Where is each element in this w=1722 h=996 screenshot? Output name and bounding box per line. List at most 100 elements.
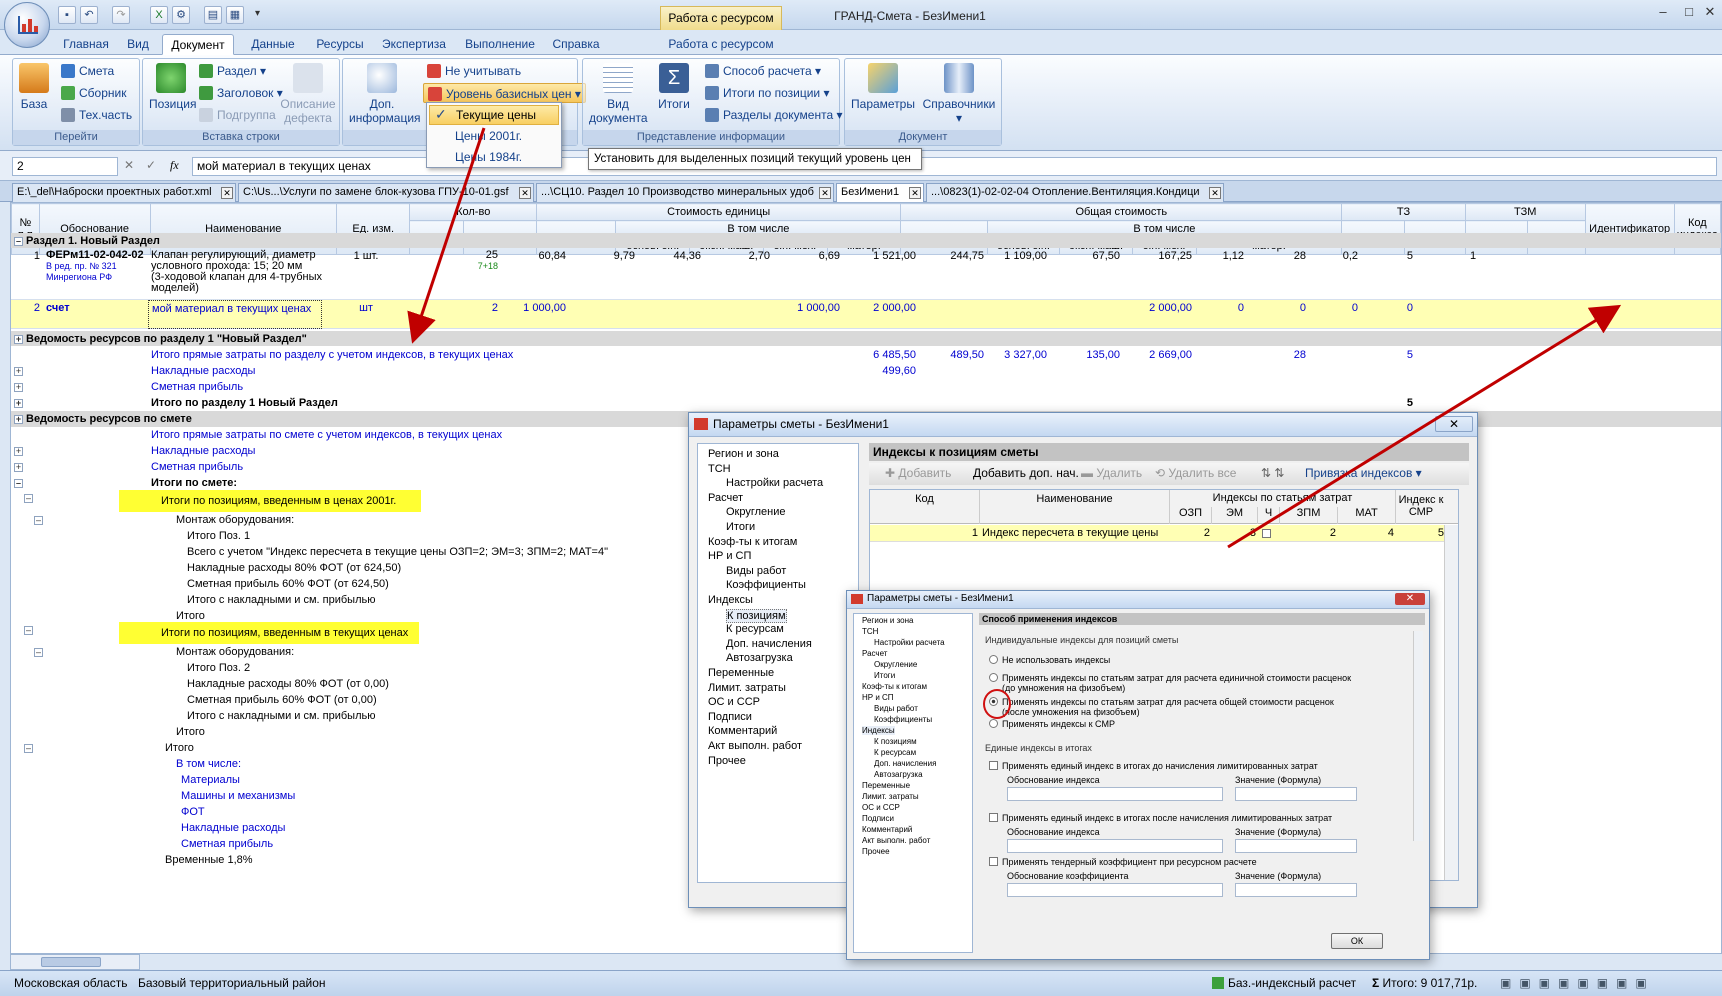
tree-item[interactable]: Индексы — [708, 594, 753, 606]
tree-item[interactable]: ОС и ССР — [708, 696, 760, 708]
menu-item-1984[interactable]: Цены 1984г. — [429, 148, 559, 168]
expand-icon[interactable]: + — [14, 335, 23, 344]
cell-reference-input[interactable]: 2 — [12, 157, 118, 176]
cancel-icon[interactable]: ✕ — [124, 158, 134, 172]
tree-item[interactable]: Виды работ — [874, 704, 918, 713]
znach-input-1[interactable] — [1235, 787, 1357, 801]
close-tab-icon[interactable]: ✕ — [221, 187, 233, 199]
doc-tab-1[interactable]: E:\_del\Наброски проектных работ.xml ✕ — [12, 183, 236, 202]
scroll-thumb[interactable] — [41, 957, 101, 967]
tree-item[interactable]: ТСН — [708, 463, 731, 475]
checkbox-before-limit[interactable]: Применять единый индекс в итогах до начи… — [989, 761, 1318, 771]
settings-icon[interactable]: ⚙ — [172, 6, 190, 24]
dialog-close-icon[interactable]: ✕ — [1435, 416, 1473, 432]
tree-item[interactable]: Регион и зона — [708, 448, 779, 460]
formula-input[interactable]: мой материал в текущих ценах — [192, 157, 1717, 176]
tab-help[interactable]: Справка — [546, 34, 606, 55]
section-row[interactable]: + Ведомость ресурсов по разделу 1 "Новый … — [11, 331, 1721, 346]
checkbox-tender[interactable]: Применять тендерный коэффициент при ресу… — [989, 857, 1257, 867]
tab-glavnaya[interactable]: Главная — [58, 34, 114, 55]
collapse-icon[interactable]: – — [14, 237, 23, 246]
podgruppa-button[interactable]: Подгруппа — [199, 105, 276, 125]
excel-icon[interactable]: X — [150, 6, 168, 24]
total-row[interactable]: Итого прямые затраты по разделу с учетом… — [11, 347, 1721, 363]
zagolovok-button[interactable]: Заголовок ▾ — [199, 83, 283, 103]
collapse-icon[interactable]: – — [14, 479, 23, 488]
tree-item[interactable]: Комментарий — [708, 725, 777, 737]
collapse-icon[interactable]: – — [34, 516, 43, 525]
znach-input-3[interactable] — [1235, 883, 1357, 897]
tree-item[interactable]: Округление — [726, 506, 786, 518]
sort-icon[interactable]: ⇅ ⇅ — [1261, 463, 1284, 483]
close-tab-icon[interactable]: ✕ — [819, 187, 831, 199]
dop-info-button[interactable]: Доп. информация — [349, 63, 421, 125]
tree-item[interactable]: Подписи — [708, 711, 752, 723]
position-button[interactable]: Позиция — [149, 63, 196, 111]
save-icon[interactable]: ▪ — [58, 6, 76, 24]
params-button[interactable]: Параметры — [851, 63, 915, 111]
close-tab-icon[interactable]: ✕ — [909, 187, 921, 199]
checkbox-after-limit[interactable]: Применять единый индекс в итогах после н… — [989, 813, 1332, 823]
tree-item[interactable]: Коэффициенты — [874, 715, 932, 724]
ok-button[interactable]: ОК — [1331, 933, 1383, 949]
close-icon[interactable]: ✕ — [1700, 4, 1720, 22]
document-icon[interactable]: ▤ — [204, 6, 222, 24]
smeta-button[interactable]: Смета — [61, 61, 114, 81]
collapse-icon[interactable]: – — [24, 626, 33, 635]
radio-total-cost[interactable]: Применять индексы по статьям затрат для … — [989, 697, 1334, 717]
tree-item[interactable]: Переменные — [862, 781, 910, 790]
row-name-editing[interactable]: мой материал в текущих ценах — [148, 300, 322, 329]
tree-item[interactable]: К позициям — [874, 737, 917, 746]
radio-no-index[interactable]: Не использовать индексы — [989, 655, 1110, 665]
razdel-button[interactable]: Раздел ▾ — [199, 61, 266, 81]
status-calc[interactable]: Баз.-индексный расчет — [1212, 971, 1356, 995]
tree-item[interactable]: ТСН — [862, 627, 878, 636]
total-row[interactable]: + Итого по разделу 1 Новый Раздел 5 — [11, 395, 1721, 411]
tree-item[interactable]: Итоги — [726, 521, 755, 533]
tree-item[interactable]: Акт выполн. работ — [862, 836, 930, 845]
znach-input-2[interactable] — [1235, 839, 1357, 853]
confirm-icon[interactable]: ✓ — [146, 158, 156, 172]
tree-item[interactable]: Настройки расчета — [726, 477, 823, 489]
index-ch-checkbox[interactable] — [1262, 528, 1275, 540]
tree-item[interactable]: НР и СП — [708, 550, 751, 562]
tree-item[interactable]: Расчет — [862, 649, 887, 658]
undo-icon[interactable]: ↶ — [80, 6, 98, 24]
tree-item[interactable]: Коэф-ты к итогам — [708, 536, 797, 548]
tree-item[interactable]: НР и СП — [862, 693, 894, 702]
tree-item[interactable]: Акт выполн. работ — [708, 740, 802, 752]
obosn-input-3[interactable] — [1007, 883, 1223, 897]
expand-icon[interactable]: + — [14, 447, 23, 456]
total-row[interactable]: + Сметная прибыль — [11, 379, 1721, 395]
tab-vid[interactable]: Вид — [120, 34, 156, 55]
delete-all-button[interactable]: ⟲ Удалить все — [1155, 463, 1236, 483]
qat-more-icon[interactable]: ▾ — [255, 8, 260, 19]
delete-button[interactable]: ▬ Удалить — [1081, 463, 1142, 483]
ne-uchit-button[interactable]: Не учитывать — [427, 61, 521, 81]
add-button[interactable]: ✚ Добавить — [885, 463, 951, 483]
binding-button[interactable]: Привязка индексов ▾ — [1305, 463, 1422, 483]
dialog-close-icon[interactable]: ✕ — [1395, 593, 1425, 605]
tree-item[interactable]: Регион и зона — [862, 616, 914, 625]
tree-item[interactable]: Прочее — [862, 847, 890, 856]
tree-item[interactable]: Округление — [874, 660, 917, 669]
uroven-button[interactable]: Уровень базисных цен ▾ — [423, 83, 586, 103]
doc-tab-2[interactable]: C:\Us...\Услуги по замене блок-кузова ГП… — [238, 183, 534, 202]
tab-execution[interactable]: Выполнение — [460, 34, 540, 55]
tree-item[interactable]: Итоги — [874, 671, 895, 680]
tree-item[interactable]: Прочее — [708, 755, 746, 767]
tree-item[interactable]: Индексы — [862, 726, 895, 735]
close-tab-icon[interactable]: ✕ — [519, 187, 531, 199]
opisanie-button[interactable]: Описание дефекта — [279, 63, 337, 125]
razdely-button[interactable]: Разделы документа ▾ — [705, 105, 843, 125]
menu-item-2001[interactable]: Цены 2001г. — [429, 127, 559, 147]
tree-item[interactable]: ОС и ССР — [862, 803, 900, 812]
add-dop-button[interactable]: Добавить доп. нач. — [973, 463, 1079, 483]
itogi-pos-button[interactable]: Итоги по позиции ▾ — [705, 83, 829, 103]
expand-icon[interactable]: + — [14, 463, 23, 472]
obosn-input-2[interactable] — [1007, 839, 1223, 853]
close-tab-icon[interactable]: ✕ — [1209, 187, 1221, 199]
tree-item[interactable]: Коэф-ты к итогам — [862, 682, 927, 691]
vid-doc-button[interactable]: Вид документа — [589, 63, 648, 125]
tree-item[interactable]: Автозагрузка — [874, 770, 923, 779]
